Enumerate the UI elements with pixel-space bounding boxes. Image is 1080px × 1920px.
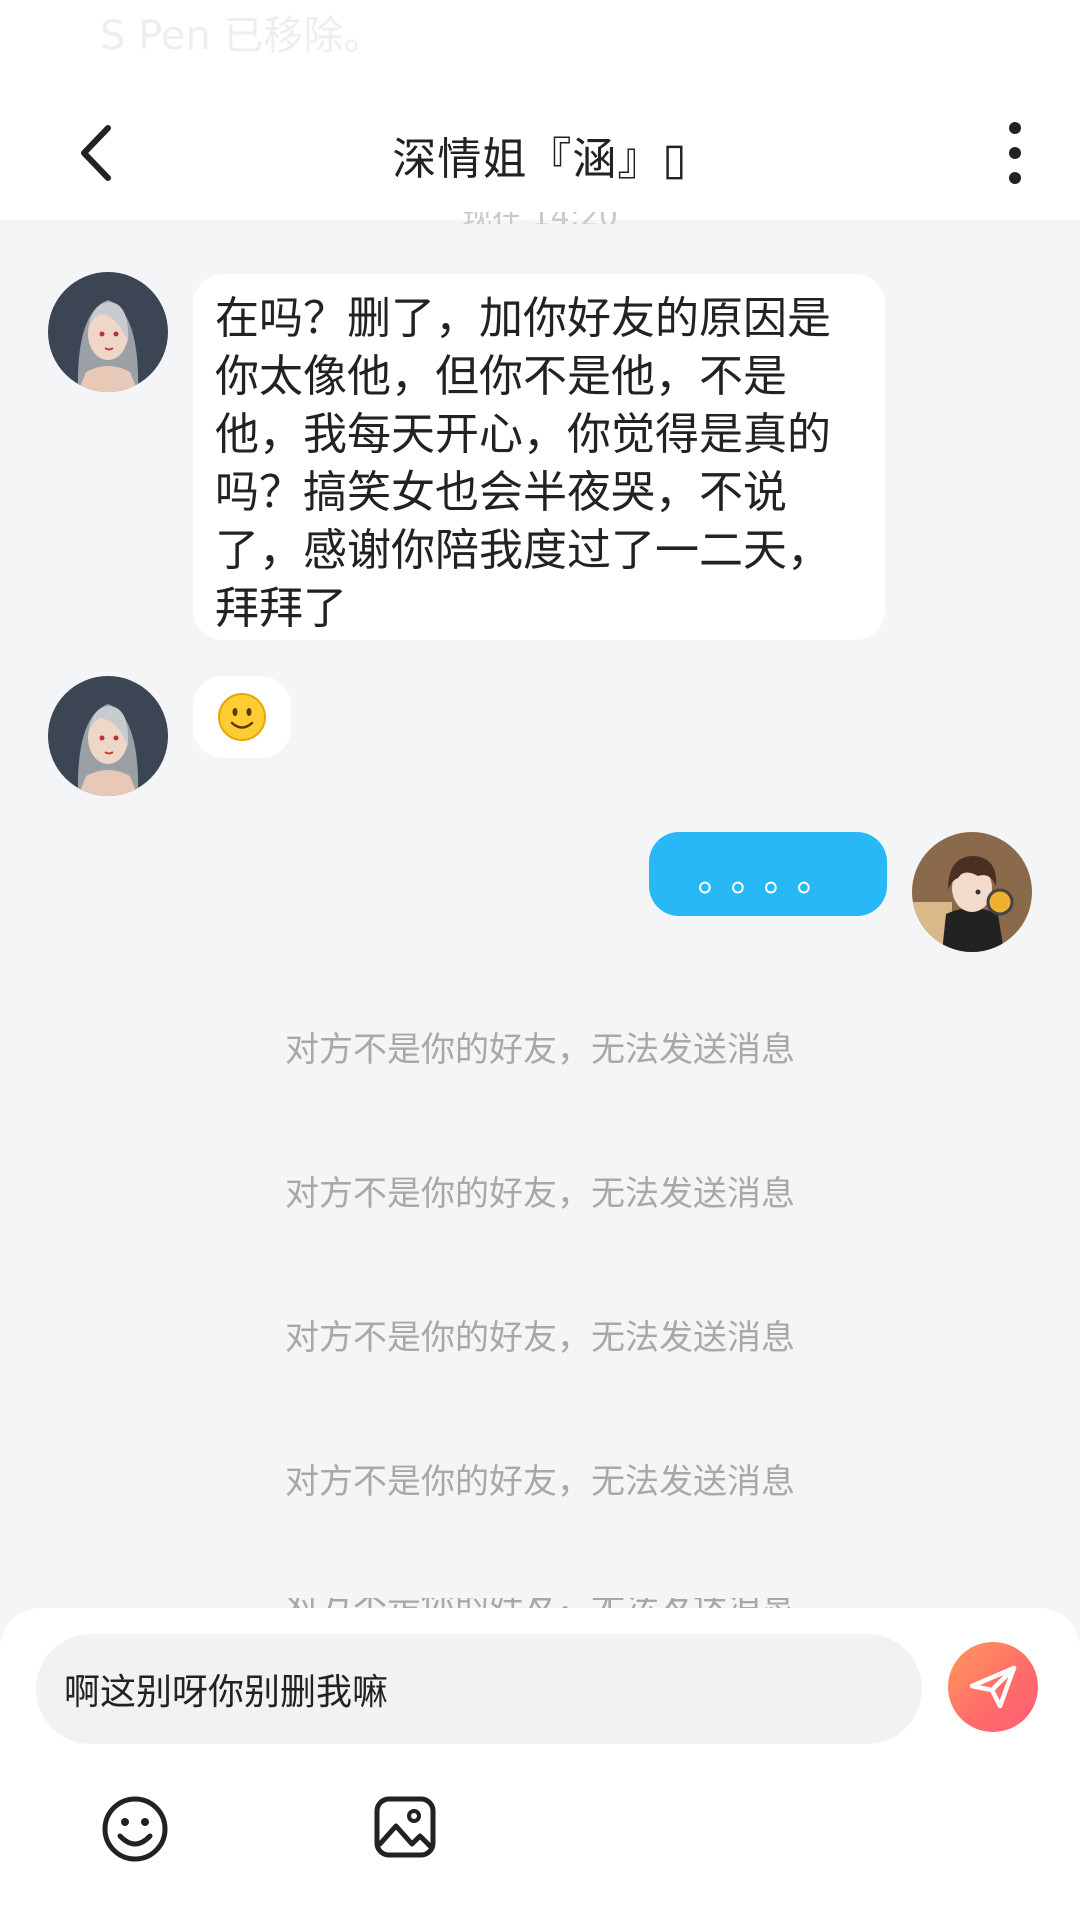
- message-bubble-incoming-emoji[interactable]: 🙂: [193, 676, 291, 758]
- spen-toast: S Pen 已移除。: [0, 0, 1080, 90]
- chat-screen: S Pen 已移除。 深情姐『涵』▯ 现在 14:20: [0, 0, 1080, 1920]
- message-bubble-incoming[interactable]: 在吗？删了，加你好友的原因是你太像他，但你不是他，不是他，我每天开心，你觉得是真…: [193, 274, 885, 640]
- contact-avatar[interactable]: [48, 272, 168, 392]
- my-avatar[interactable]: [912, 832, 1032, 952]
- system-notice: 对方不是你的好友，无法发送消息: [285, 1030, 795, 1070]
- emoji-button[interactable]: [100, 1794, 170, 1864]
- more-vertical-icon: [1009, 122, 1021, 184]
- image-icon: [374, 1796, 436, 1858]
- message-input[interactable]: [36, 1634, 922, 1744]
- chat-title: 深情姐『涵』▯: [392, 134, 688, 185]
- send-button[interactable]: [948, 1642, 1038, 1732]
- back-button[interactable]: [70, 118, 130, 188]
- chat-header: 深情姐『涵』▯: [0, 90, 1080, 220]
- smiley-emoji-icon: [218, 693, 266, 741]
- image-button[interactable]: [372, 1794, 438, 1860]
- system-notice: 对方不是你的好友，无法发送消息: [285, 1174, 795, 1214]
- paper-plane-icon: [969, 1665, 1017, 1709]
- system-notice: 对方不是你的好友，无法发送消息: [285, 1462, 795, 1502]
- timestamp: 现在 14:20: [0, 212, 1080, 224]
- composer-bar: [0, 1608, 1080, 1920]
- contact-avatar[interactable]: [48, 676, 168, 796]
- girl-portrait-icon: [48, 676, 168, 796]
- boy-portrait-icon: [912, 832, 1032, 952]
- system-notice: 对方不是你的好友，无法发送消息: [285, 1318, 795, 1358]
- girl-portrait-icon: [48, 272, 168, 392]
- smiley-icon: [102, 1796, 168, 1862]
- chevron-left-icon: [81, 125, 111, 181]
- message-bubble-outgoing[interactable]: 。。。。: [649, 832, 887, 916]
- more-options-button[interactable]: [990, 118, 1040, 188]
